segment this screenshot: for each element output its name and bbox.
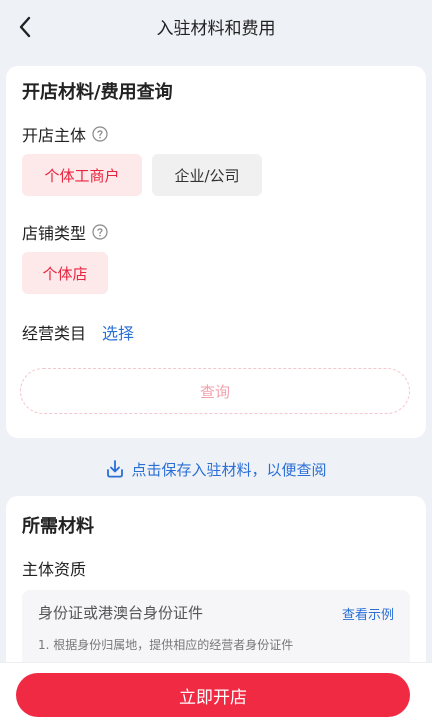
entity-label-text: 开店主体 — [22, 126, 87, 145]
query-section-title: 开店材料/费用查询 — [22, 82, 173, 103]
subject-qualification-label: 主体资质 — [22, 560, 87, 579]
store-type-label-text: 店铺类型 — [22, 224, 87, 243]
store-type-field-label: 店铺类型 — [22, 220, 108, 244]
category-field-label: 经营类目 选择 — [22, 320, 134, 344]
query-button[interactable]: 查询 — [20, 368, 410, 414]
page-title: 入驻材料和费用 — [156, 19, 276, 39]
query-card: 开店材料/费用查询 开店主体 个体工商户 企业/公司 店铺类型 个体店 经营类目… — [6, 66, 426, 438]
document-title: 身份证或港澳台身份证件 — [38, 604, 204, 622]
save-tip-text: 点击保存入驻材料，以便查阅 — [131, 460, 327, 479]
top-nav-bar: 入驻材料和费用 — [0, 0, 432, 56]
download-icon — [107, 460, 124, 478]
entity-field-label: 开店主体 — [22, 122, 108, 146]
view-example-link[interactable]: 查看示例 — [342, 604, 394, 623]
entity-option-company[interactable]: 企业/公司 — [152, 154, 262, 196]
open-store-button[interactable]: 立即开店 — [16, 673, 410, 717]
choose-category-link[interactable]: 选择 — [102, 320, 134, 344]
help-icon[interactable] — [92, 224, 108, 240]
help-icon[interactable] — [92, 126, 108, 142]
save-materials-link[interactable]: 点击保存入驻材料，以便查阅 — [0, 456, 432, 482]
entity-option-individual[interactable]: 个体工商户 — [22, 154, 142, 196]
category-label-text: 经营类目 — [22, 324, 87, 343]
materials-title: 所需材料 — [22, 516, 94, 537]
bottom-action-bar: 立即开店 — [0, 662, 432, 719]
document-description: 1. 根据身份归属地，提供相应的经营者身份证件 — [38, 638, 294, 652]
store-type-option-individual[interactable]: 个体店 — [22, 252, 108, 294]
